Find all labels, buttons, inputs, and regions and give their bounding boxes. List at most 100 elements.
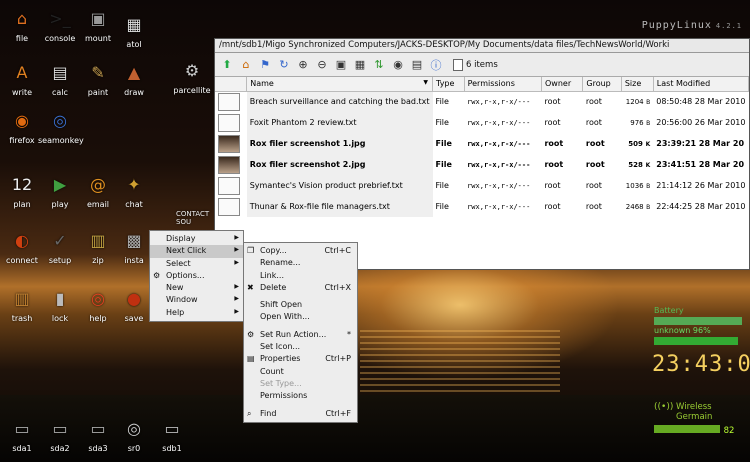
up-arrow-icon[interactable]: ⬆ [219, 57, 235, 73]
home-icon[interactable]: ⌂ [238, 57, 254, 73]
submenu-item-permissions[interactable]: Permissions [244, 390, 357, 402]
file-permissions: rwx,r-x,r-x/--- [467, 202, 531, 211]
zoom-in-icon[interactable]: ⊕ [295, 57, 311, 73]
file-thumbnail[interactable] [215, 175, 247, 196]
menu-item-label: Next Click [166, 246, 207, 256]
find-icon: ⌕ [247, 408, 252, 418]
details-view-icon[interactable]: ▦ [352, 57, 368, 73]
file-size-unit: B [646, 99, 651, 107]
menu-item-display[interactable]: Display ▶ [150, 233, 243, 245]
help-icon[interactable]: ⓘ [428, 57, 444, 73]
file-name[interactable]: Foxit Phantom 2 review.txt [246, 112, 433, 133]
shortcut-label: Ctrl+F [325, 408, 351, 418]
desktop-icon-draw[interactable]: ▲ draw [112, 60, 156, 98]
submenu-item-label: Link... [260, 270, 285, 280]
save-icon: ● [127, 289, 141, 308]
file-thumbnail[interactable] [215, 91, 247, 112]
file-row[interactable]: Breach surveillance and catching the bad… [215, 91, 749, 112]
atol-icon: ▦ [126, 15, 142, 34]
submenu-item-find[interactable]: ⌕ Find Ctrl+F [244, 408, 357, 420]
desktop-icon-atol[interactable]: ▦ atol [112, 12, 156, 50]
submenu-item-rename[interactable]: Rename... [244, 257, 357, 269]
copy-icon: ❐ [247, 246, 255, 255]
file-size-value: 528 [628, 161, 643, 169]
submenu-item-properties[interactable]: ▤ Properties Ctrl+P [244, 353, 357, 365]
file-row[interactable]: Thunar & Rox-file file managers.txt File r… [215, 196, 749, 217]
menu-item-options[interactable]: ⚙ Options... [150, 270, 243, 282]
rox-filer-window[interactable]: /mnt/sdb1/Migo Synchronized Computers/JA… [214, 38, 750, 270]
desktop-icon-chat[interactable]: ✦ chat [112, 172, 156, 210]
battery-status: unknown 96% [654, 326, 711, 335]
column-header-size[interactable]: Size [621, 77, 654, 92]
drive-icon: ▣ [90, 9, 106, 28]
submenu-item-count[interactable]: Count [244, 366, 357, 378]
submenu-arrow-icon: ▶ [234, 234, 239, 241]
column-header-owner[interactable]: Owner [541, 77, 584, 92]
file-type: File [435, 97, 449, 107]
submenu-item-copy[interactable]: ❐ Copy... Ctrl+C [244, 245, 357, 257]
install-icon: ▩ [126, 231, 142, 250]
file-row[interactable]: Rox filer screenshot 2.jpg File rwx,r-x,r-… [215, 154, 749, 175]
file-permissions: rwx,r-x,r-x/--- [467, 97, 531, 106]
file-group: root [585, 181, 602, 190]
menu-item-next-click[interactable]: Next Click ▶ [150, 245, 243, 258]
hidden-files-icon[interactable]: ◉ [390, 57, 406, 73]
submenu-item-label: Permissions [260, 391, 308, 401]
column-header-permissions[interactable]: Permissions [464, 77, 542, 92]
file-name[interactable]: Breach surveillance and catching the bad… [246, 91, 433, 112]
bookmarks-icon[interactable]: ⚑ [257, 57, 273, 73]
shortcut-label: Ctrl+C [324, 246, 351, 255]
submenu-item-set-icon[interactable]: Set Icon... [244, 341, 357, 353]
file-name[interactable]: Rox filer screenshot 1.jpg [246, 133, 433, 154]
submenu-item-open-with[interactable]: Open With... [244, 311, 357, 323]
file-thumbnail[interactable] [215, 154, 247, 175]
column-header-type[interactable]: Type [432, 77, 465, 92]
desktop-icon-seamonkey[interactable]: ◎ seamonkey [38, 108, 84, 146]
wifi-strength-bar [654, 425, 720, 433]
refresh-icon[interactable]: ↻ [276, 57, 292, 73]
file-name[interactable]: Rox filer screenshot 2.jpg [246, 154, 433, 175]
file-owner: root [544, 139, 564, 148]
submenu-item-delete[interactable]: ✖ Delete Ctrl+X [244, 282, 357, 294]
menu-item-label: Window [166, 295, 198, 305]
gear-icon: ⚙ [184, 61, 200, 80]
zip-icon: ▥ [90, 231, 106, 250]
submenu-item-shift-open[interactable]: Shift Open [244, 299, 357, 311]
file-type: File [435, 139, 452, 148]
desktop-icon-sdb1[interactable]: ▭ sdb1 [150, 416, 194, 454]
file-permissions: rwx,r-x,r-x/--- [467, 160, 531, 169]
file-row[interactable]: Foxit Phantom 2 review.txt File rwx,r-x,r-… [215, 112, 749, 133]
file-size-unit: K [645, 162, 651, 169]
column-header-modified[interactable]: Last Modified [653, 77, 750, 92]
menu-item-new[interactable]: New ▶ [150, 282, 243, 294]
file-name[interactable]: Thunar & Rox-file file managers.txt [246, 196, 433, 217]
sort-icon[interactable]: ⇅ [371, 57, 387, 73]
menu-item-select[interactable]: Select ▶ [150, 258, 243, 270]
file-permissions: rwx,r-x,r-x/--- [467, 181, 531, 190]
lock-icon: ▮ [55, 289, 65, 308]
desktop-icon-parcellite[interactable]: ⚙ parcellite [170, 58, 214, 96]
submenu-item-label: Find [260, 408, 277, 418]
trash-icon: ▥ [14, 289, 30, 308]
file-thumbnail[interactable] [215, 133, 247, 154]
scale-icon[interactable]: ▣ [333, 57, 349, 73]
file-type: File [435, 160, 452, 169]
column-header-name[interactable]: Name ▼ [246, 77, 434, 92]
file-modified: 23:39:21 28 Mar 20 [656, 139, 745, 148]
hdd-icon: ▭ [90, 419, 106, 438]
submenu-item-label: Set Run Action... [260, 329, 327, 339]
menu-item-window[interactable]: Window ▶ [150, 294, 243, 306]
zoom-out-icon[interactable]: ⊖ [314, 57, 330, 73]
submenu-item-set-run-action[interactable]: ⚙ Set Run Action... * [244, 329, 357, 341]
file-row[interactable]: Rox filer screenshot 1.jpg File rwx,r-x,r-… [215, 133, 749, 154]
window-title[interactable]: /mnt/sdb1/Migo Synchronized Computers/JA… [215, 39, 749, 53]
file-thumbnail[interactable] [215, 196, 247, 217]
file-size-value: 976 [630, 119, 644, 127]
menu-item-help[interactable]: Help ▶ [150, 307, 243, 319]
file-name[interactable]: Symantec's Vision product prebrief.txt [246, 175, 433, 196]
select-icon[interactable]: ▤ [409, 57, 425, 73]
file-row[interactable]: Symantec's Vision product prebrief.txt Fi… [215, 175, 749, 196]
submenu-item-link[interactable]: Link... [244, 270, 357, 282]
column-header-group[interactable]: Group [582, 77, 622, 92]
file-thumbnail[interactable] [215, 112, 247, 133]
